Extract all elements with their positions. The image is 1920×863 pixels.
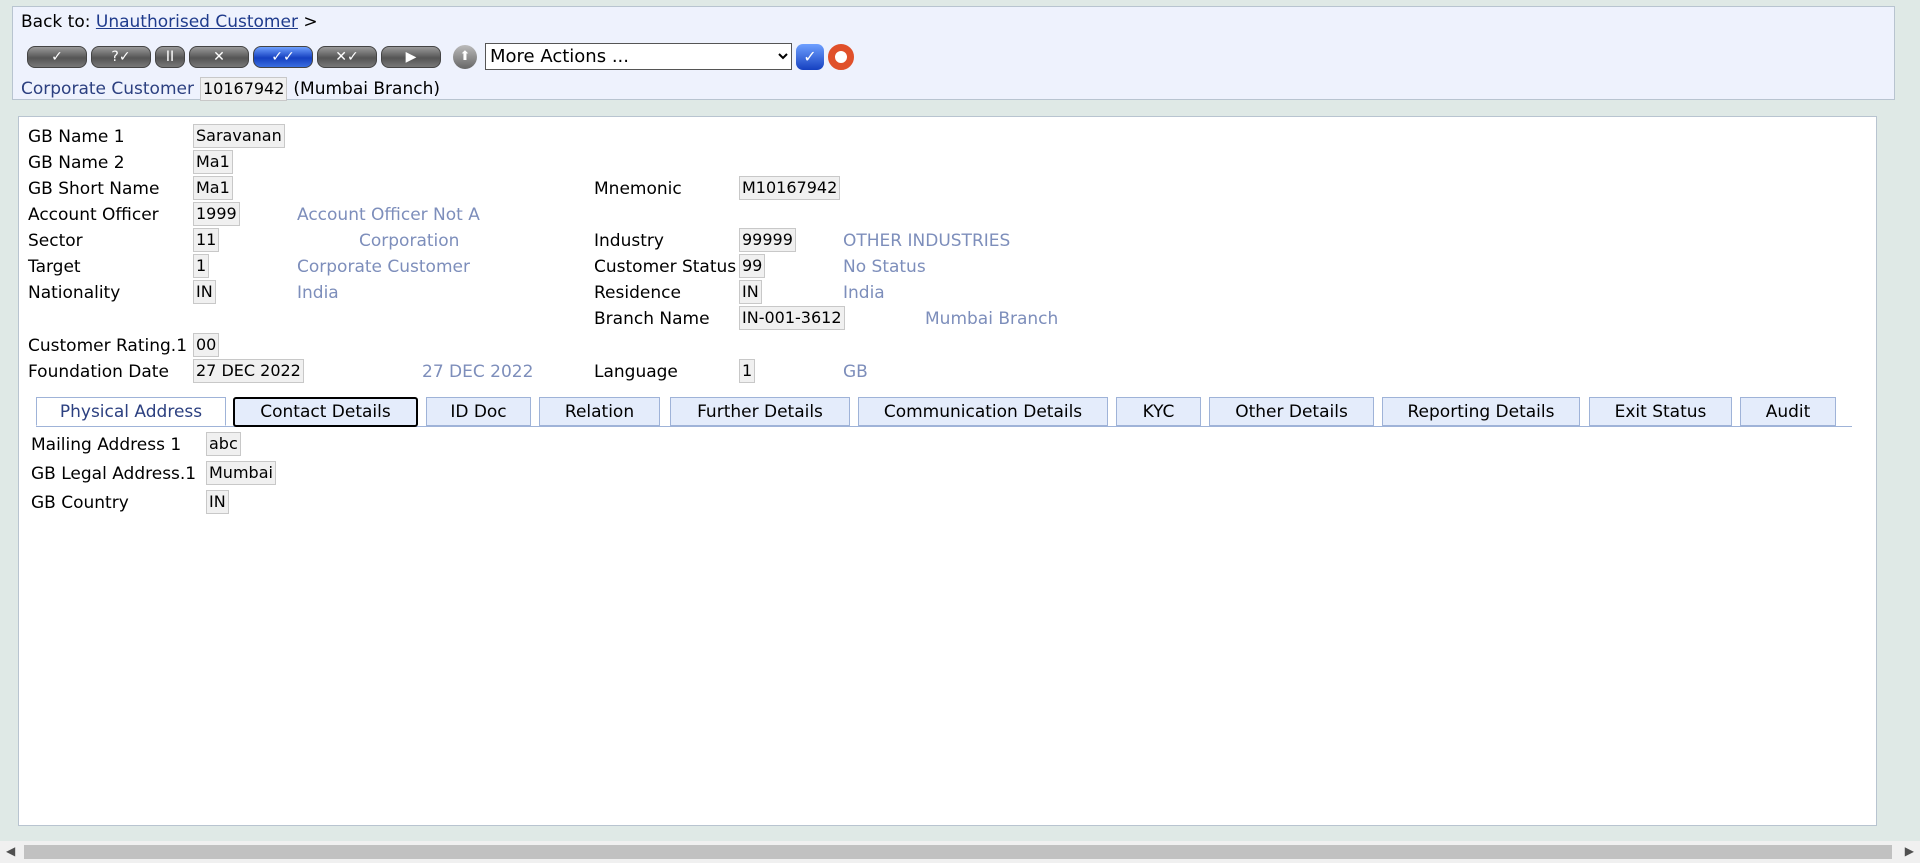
go-button[interactable]: ✓: [796, 43, 824, 70]
tab-other-details[interactable]: Other Details: [1209, 397, 1374, 426]
tab-communication-details[interactable]: Communication Details: [858, 397, 1108, 426]
toolbar: ✓ ?✓ II ✕ ✓✓ ✕✓ ▶ ⬆ More Actions ... ✓: [27, 43, 854, 70]
industry-enrichment: OTHER INDUSTRIES: [843, 231, 1011, 251]
sector-value: 11: [193, 228, 220, 252]
gb-name1-label: GB Name 1: [28, 127, 125, 147]
record-title: Corporate Customer 10167942 (Mumbai Bran…: [21, 77, 440, 101]
tab-bar: Physical Address Contact Details ID Doc …: [36, 397, 1852, 427]
short-name-value: Ma1: [193, 176, 233, 200]
branch-name-label: Branch Name: [594, 309, 710, 329]
customer-status-enrichment: No Status: [843, 257, 926, 277]
breadcrumb-separator: >: [303, 12, 318, 32]
target-value: 1: [193, 254, 210, 278]
tab-kyc[interactable]: KYC: [1116, 397, 1201, 426]
authorise-button[interactable]: ✓✓: [253, 45, 313, 68]
customer-rating-value: 00: [193, 333, 220, 357]
record-branch: (Mumbai Branch): [293, 79, 440, 99]
tab-further-details[interactable]: Further Details: [670, 397, 850, 426]
legal-address-value: Mumbai: [206, 461, 276, 485]
nationality-label: Nationality: [28, 283, 121, 303]
language-label: Language: [594, 362, 678, 382]
industry-label: Industry: [594, 231, 664, 251]
mailing-address-value: abc: [206, 432, 241, 456]
sector-enrichment: Corporation: [359, 231, 460, 251]
delete-button[interactable]: ✕: [189, 45, 249, 68]
tab-id-doc[interactable]: ID Doc: [426, 397, 531, 426]
customer-status-label: Customer Status: [594, 257, 737, 277]
header-panel: Back to: Unauthorised Customer > ✓ ?✓ II…: [12, 6, 1895, 101]
validate-button[interactable]: ?✓: [91, 45, 151, 68]
account-officer-enrichment: Account Officer Not A: [297, 205, 480, 225]
country-label: GB Country: [31, 493, 129, 513]
scroll-right-icon[interactable]: ▶: [1905, 844, 1914, 858]
back-link[interactable]: Unauthorised Customer: [96, 12, 298, 32]
next-button[interactable]: ▶: [381, 45, 441, 68]
record-type: Corporate Customer: [21, 79, 194, 99]
language-value: 1: [739, 359, 756, 383]
account-officer-label: Account Officer: [28, 205, 159, 225]
scroll-left-icon[interactable]: ◀: [6, 844, 15, 858]
mnemonic-label: Mnemonic: [594, 179, 682, 199]
sector-label: Sector: [28, 231, 83, 251]
breadcrumb: Back to: Unauthorised Customer >: [21, 12, 318, 32]
tab-exit-status[interactable]: Exit Status: [1589, 397, 1732, 426]
branch-name-enrichment: Mumbai Branch: [925, 309, 1059, 329]
tab-contact-details[interactable]: Contact Details: [233, 397, 418, 427]
target-label: Target: [28, 257, 81, 277]
language-enrichment: GB: [843, 362, 868, 382]
tab-reporting-details[interactable]: Reporting Details: [1382, 397, 1580, 426]
account-officer-value: 1999: [193, 202, 240, 226]
target-enrichment: Corporate Customer: [297, 257, 470, 277]
more-actions-select[interactable]: More Actions ...: [485, 43, 792, 70]
nationality-value: IN: [193, 280, 216, 304]
foundation-date-enrichment: 27 DEC 2022: [422, 362, 534, 382]
tab-audit[interactable]: Audit: [1740, 397, 1836, 426]
foundation-date-value: 27 DEC 2022: [193, 359, 304, 383]
back-label: Back to:: [21, 12, 91, 32]
legal-address-label: GB Legal Address.1: [31, 464, 197, 484]
scrollbar-thumb[interactable]: [24, 845, 1892, 859]
short-name-label: GB Short Name: [28, 179, 160, 199]
industry-value: 99999: [739, 228, 796, 252]
gb-name2-value: Ma1: [193, 150, 233, 174]
foundation-date-label: Foundation Date: [28, 362, 169, 382]
gb-name2-label: GB Name 2: [28, 153, 125, 173]
branch-name-value: IN-001-3612: [739, 306, 845, 330]
customer-form: GB Name 1 Saravanan GB Name 2 Ma1 GB Sho…: [18, 116, 1877, 826]
residence-enrichment: India: [843, 283, 885, 303]
gb-name1-value: Saravanan: [193, 124, 285, 148]
nationality-enrichment: India: [297, 283, 339, 303]
upload-icon[interactable]: ⬆: [453, 44, 477, 69]
customer-status-value: 99: [739, 254, 766, 278]
mnemonic-value: M10167942: [739, 176, 841, 200]
country-value: IN: [206, 490, 229, 514]
commit-button[interactable]: ✓: [27, 45, 87, 68]
record-id: 10167942: [199, 77, 288, 101]
horizontal-scrollbar[interactable]: ◀ ▶: [0, 841, 1920, 863]
customer-rating-label: Customer Rating.1: [28, 336, 188, 356]
help-lifebuoy-icon[interactable]: [828, 43, 854, 70]
tab-physical-address[interactable]: Physical Address: [36, 397, 226, 426]
residence-label: Residence: [594, 283, 681, 303]
hold-button[interactable]: II: [155, 45, 185, 68]
residence-value: IN: [739, 280, 762, 304]
reverse-button[interactable]: ✕✓: [317, 45, 377, 68]
tab-relation[interactable]: Relation: [539, 397, 660, 426]
mailing-address-label: Mailing Address 1: [31, 435, 182, 455]
